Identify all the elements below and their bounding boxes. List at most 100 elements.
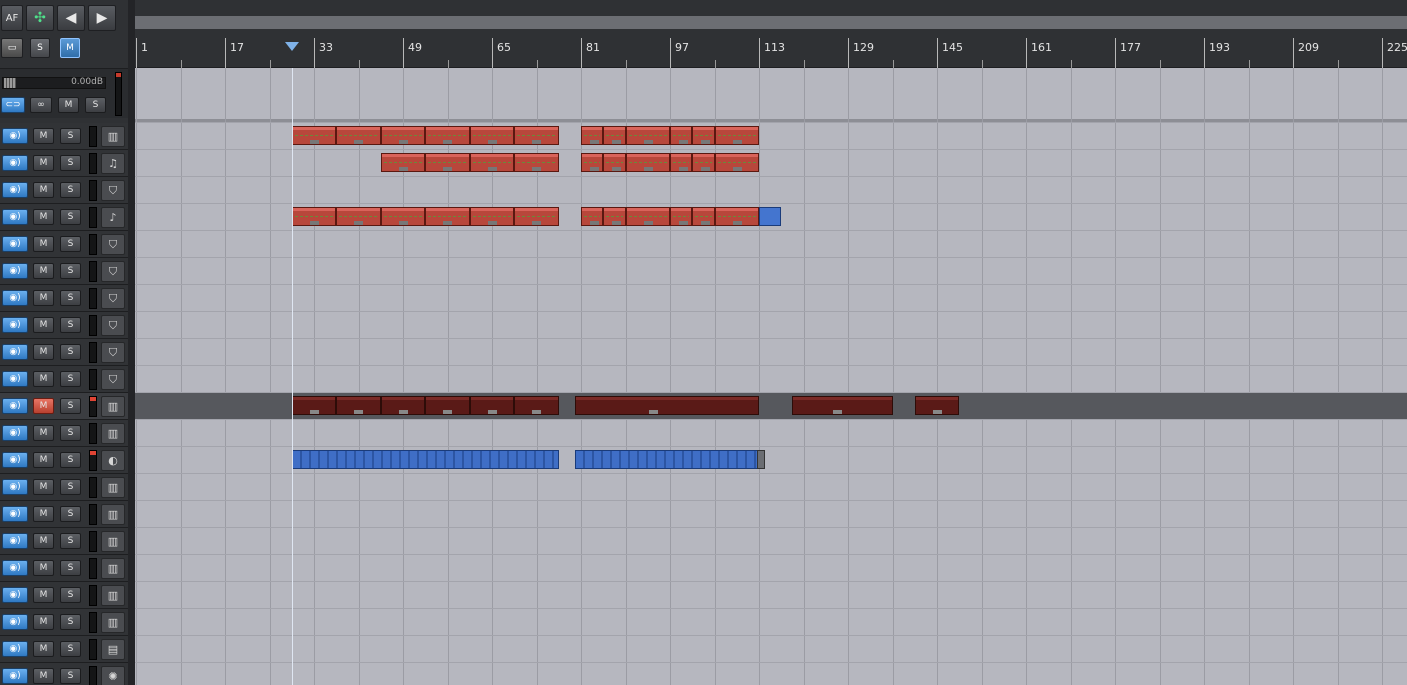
- track-mute-button[interactable]: M: [33, 128, 54, 144]
- track-solo-button[interactable]: S: [60, 290, 81, 306]
- arranger-area[interactable]: 1 17 33 49 65 81 97 113 129 145 161 177 193 209 225: [135, 0, 1407, 685]
- midi-clip[interactable]: [692, 153, 715, 172]
- muted-clip[interactable]: [380, 396, 426, 415]
- track-solo-button[interactable]: S: [60, 128, 81, 144]
- speaker-icon[interactable]: ◉): [2, 155, 28, 171]
- speaker-icon[interactable]: ◉): [2, 587, 28, 603]
- clip-end-handle[interactable]: [756, 450, 765, 469]
- track-solo-button[interactable]: S: [60, 668, 81, 684]
- auto-follow-button[interactable]: AF: [1, 5, 23, 31]
- midi-clip[interactable]: [670, 153, 693, 172]
- add-track-icon[interactable]: ✣: [26, 5, 54, 31]
- track-mute-button[interactable]: M: [33, 398, 54, 414]
- muted-clip[interactable]: [792, 396, 893, 415]
- midi-clip[interactable]: [714, 126, 759, 145]
- speaker-icon[interactable]: ◉): [2, 425, 28, 441]
- muted-clip[interactable]: [425, 396, 470, 415]
- track-mute-button[interactable]: M: [33, 371, 54, 387]
- rewind-icon[interactable]: ◀: [57, 5, 85, 31]
- master-link-icon[interactable]: ⊂⊃: [1, 97, 25, 113]
- muted-clip[interactable]: [336, 396, 381, 415]
- clip-handle[interactable]: [701, 167, 711, 171]
- midi-clip[interactable]: [714, 207, 759, 226]
- clip-handle[interactable]: [309, 221, 319, 225]
- clip-handle[interactable]: [732, 140, 742, 144]
- midi-clip[interactable]: [469, 126, 515, 145]
- clip-handle[interactable]: [832, 410, 842, 414]
- track-solo-button[interactable]: S: [60, 533, 81, 549]
- speaker-icon[interactable]: ◉): [2, 560, 28, 576]
- clip-handle[interactable]: [487, 167, 497, 171]
- muted-clip[interactable]: [575, 396, 759, 415]
- clip-handle[interactable]: [532, 140, 542, 144]
- speaker-icon[interactable]: ◉): [2, 641, 28, 657]
- track-mute-button[interactable]: M: [33, 668, 54, 684]
- speaker-icon[interactable]: ◉): [2, 209, 28, 225]
- midi-clip[interactable]: [514, 207, 559, 226]
- clip-handle[interactable]: [354, 140, 364, 144]
- midi-clip[interactable]: [425, 126, 470, 145]
- midi-clip[interactable]: [692, 126, 715, 145]
- midi-clip[interactable]: [603, 207, 626, 226]
- global-mute-button[interactable]: M: [60, 38, 80, 58]
- track-mute-button[interactable]: M: [33, 479, 54, 495]
- track-mute-button[interactable]: M: [33, 236, 54, 252]
- track-mute-button[interactable]: M: [33, 290, 54, 306]
- midi-clip[interactable]: [336, 126, 381, 145]
- clip-handle[interactable]: [612, 221, 622, 225]
- midi-clip[interactable]: [291, 207, 337, 226]
- track-solo-button[interactable]: S: [60, 209, 81, 225]
- clip-handle[interactable]: [701, 221, 711, 225]
- midi-clip[interactable]: [625, 207, 670, 226]
- speaker-icon[interactable]: ◉): [2, 236, 28, 252]
- clip-handle[interactable]: [532, 221, 542, 225]
- track-mute-button[interactable]: M: [33, 641, 54, 657]
- fader-knob[interactable]: [4, 78, 16, 88]
- clip-handle[interactable]: [643, 167, 653, 171]
- track-mute-button[interactable]: M: [33, 452, 54, 468]
- track-mute-button[interactable]: M: [33, 182, 54, 198]
- arrangement-grid[interactable]: [135, 68, 1407, 685]
- speaker-icon[interactable]: ◉): [2, 290, 28, 306]
- speaker-icon[interactable]: ◉): [2, 344, 28, 360]
- midi-clip[interactable]: [692, 207, 715, 226]
- midi-clip[interactable]: [581, 126, 604, 145]
- clip-handle[interactable]: [643, 221, 653, 225]
- midi-clip[interactable]: [514, 153, 559, 172]
- clip-handle[interactable]: [398, 410, 408, 414]
- track-solo-button[interactable]: S: [60, 344, 81, 360]
- track-solo-button[interactable]: S: [60, 371, 81, 387]
- track-mute-button[interactable]: M: [33, 587, 54, 603]
- track-solo-button[interactable]: S: [60, 182, 81, 198]
- midi-clip[interactable]: [380, 153, 426, 172]
- clip-handle[interactable]: [487, 140, 497, 144]
- midi-clip[interactable]: [291, 126, 337, 145]
- clip-handle[interactable]: [612, 140, 622, 144]
- track-mute-button[interactable]: M: [33, 317, 54, 333]
- track-solo-button[interactable]: S: [60, 263, 81, 279]
- clip-handle[interactable]: [732, 167, 742, 171]
- track-mute-button[interactable]: M: [33, 425, 54, 441]
- track-solo-button[interactable]: S: [60, 317, 81, 333]
- track-mute-button[interactable]: M: [33, 614, 54, 630]
- clip-handle[interactable]: [679, 221, 689, 225]
- speaker-icon[interactable]: ◉): [2, 452, 28, 468]
- clip-handle[interactable]: [354, 221, 364, 225]
- clip-handle[interactable]: [309, 140, 319, 144]
- clip-handle[interactable]: [590, 221, 600, 225]
- track-mute-button[interactable]: M: [33, 533, 54, 549]
- clip-handle[interactable]: [590, 140, 600, 144]
- track-solo-button[interactable]: S: [60, 398, 81, 414]
- midi-clip[interactable]: [670, 126, 693, 145]
- track-solo-button[interactable]: S: [60, 614, 81, 630]
- track-solo-button[interactable]: S: [60, 479, 81, 495]
- midi-clip[interactable]: [581, 153, 604, 172]
- clip-handle[interactable]: [701, 140, 711, 144]
- play-icon[interactable]: ▶: [88, 5, 116, 31]
- speaker-icon[interactable]: ◉): [2, 614, 28, 630]
- global-solo-button[interactable]: S: [30, 38, 50, 58]
- clip-handle[interactable]: [932, 410, 942, 414]
- track-solo-button[interactable]: S: [60, 506, 81, 522]
- clip-handle[interactable]: [309, 410, 319, 414]
- track-mute-button[interactable]: M: [33, 560, 54, 576]
